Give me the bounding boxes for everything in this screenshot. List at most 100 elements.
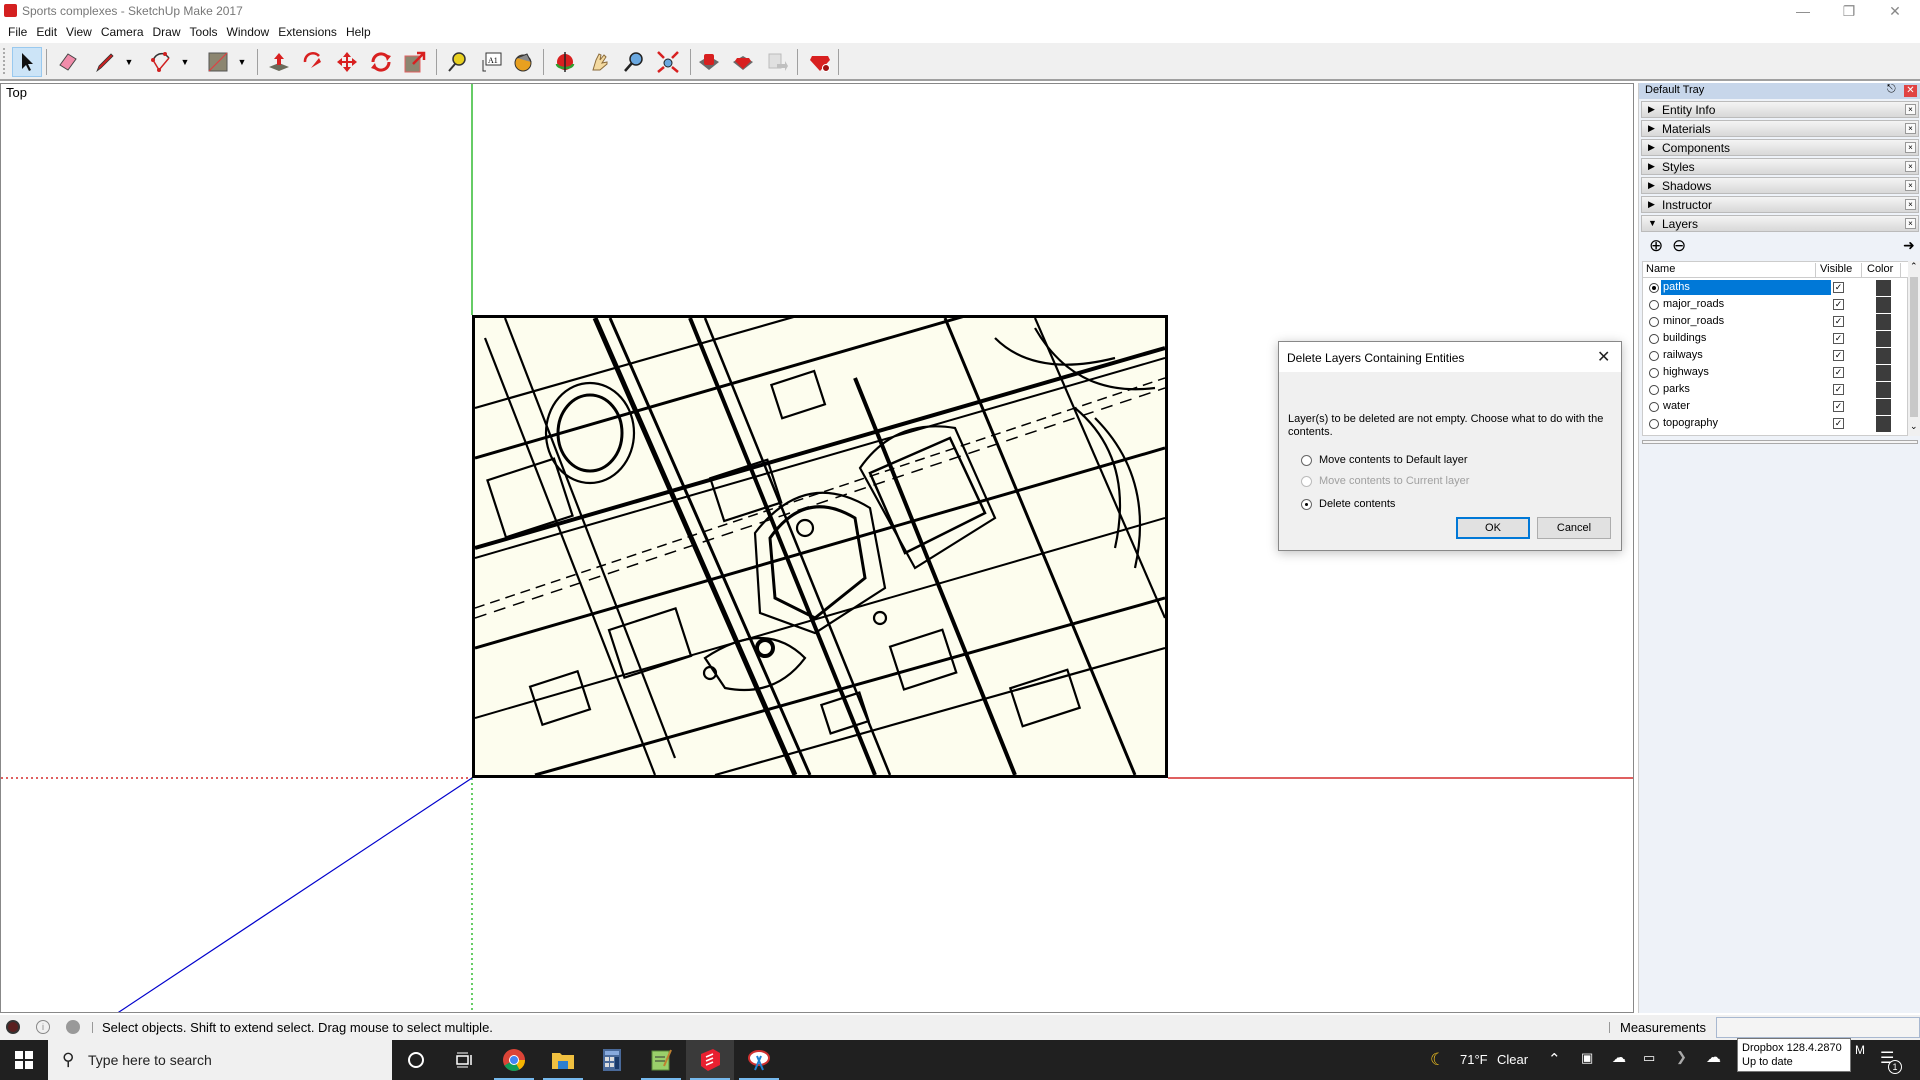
layer-row[interactable]: railways ✓ bbox=[1643, 347, 1909, 364]
layer-row[interactable]: water ✓ bbox=[1643, 398, 1909, 415]
column-color[interactable]: Color bbox=[1861, 263, 1901, 278]
layer-name[interactable]: paths bbox=[1661, 280, 1831, 295]
credits-icon[interactable]: i bbox=[36, 1020, 50, 1034]
measurements-input[interactable] bbox=[1716, 1017, 1920, 1038]
layer-details-button[interactable]: ➜ bbox=[1903, 237, 1915, 254]
panel-close-button[interactable]: × bbox=[1905, 142, 1916, 153]
layer-name[interactable]: highways bbox=[1661, 365, 1831, 380]
toolbar-grip[interactable] bbox=[3, 48, 6, 74]
menu-edit[interactable]: Edit bbox=[34, 25, 64, 39]
panel-materials[interactable]: ▶ Materials × bbox=[1641, 120, 1919, 137]
map-image-component[interactable] bbox=[472, 315, 1168, 778]
layer-color-swatch[interactable] bbox=[1876, 331, 1891, 347]
orbit-tool-button[interactable] bbox=[550, 47, 580, 77]
line-tool-dropdown[interactable]: ▼ bbox=[123, 56, 135, 68]
layer-color-swatch[interactable] bbox=[1876, 365, 1891, 381]
layer-row[interactable]: major_roads ✓ bbox=[1643, 296, 1909, 313]
layer-row[interactable]: minor_roads ✓ bbox=[1643, 313, 1909, 330]
menu-tools[interactable]: Tools bbox=[188, 25, 225, 39]
menu-draw[interactable]: Draw bbox=[151, 25, 188, 39]
taskbar-sketchup[interactable] bbox=[686, 1040, 734, 1080]
arc-tool-dropdown[interactable]: ▼ bbox=[179, 56, 191, 68]
visible-checkbox[interactable]: ✓ bbox=[1833, 333, 1844, 344]
taskbar-snipping-tool[interactable] bbox=[735, 1040, 783, 1080]
panel-close-button[interactable]: × bbox=[1905, 199, 1916, 210]
onedrive-cloud-icon[interactable]: ☁ bbox=[1612, 1049, 1626, 1066]
active-layer-radio[interactable] bbox=[1649, 351, 1659, 361]
active-layer-radio[interactable] bbox=[1649, 419, 1659, 429]
clock-time-partial[interactable]: M bbox=[1855, 1043, 1865, 1057]
active-layer-radio[interactable] bbox=[1649, 368, 1659, 378]
menu-file[interactable]: File bbox=[6, 25, 34, 39]
task-view-button[interactable] bbox=[440, 1040, 488, 1080]
eraser-tool-button[interactable] bbox=[53, 47, 83, 77]
close-button[interactable]: ✕ bbox=[1872, 0, 1918, 22]
menu-camera[interactable]: Camera bbox=[99, 25, 151, 39]
select-tool-button[interactable] bbox=[12, 47, 42, 77]
taskbar-notepad-plus[interactable] bbox=[637, 1040, 685, 1080]
column-visible[interactable]: Visible bbox=[1815, 263, 1852, 278]
visible-checkbox[interactable]: ✓ bbox=[1833, 418, 1844, 429]
layer-color-swatch[interactable] bbox=[1876, 348, 1891, 364]
cancel-button[interactable]: Cancel bbox=[1537, 517, 1611, 539]
scroll-up-icon[interactable]: ⌃ bbox=[1910, 261, 1918, 272]
panel-layers[interactable]: ▼ Layers × bbox=[1641, 215, 1919, 232]
show-hidden-icons-chevron[interactable]: ⌃ bbox=[1548, 1050, 1561, 1068]
zoom-extents-tool-button[interactable] bbox=[653, 47, 683, 77]
delete-layer-button[interactable]: ⊖ bbox=[1672, 236, 1686, 256]
dialog-close-icon[interactable]: ✕ bbox=[1597, 347, 1610, 367]
visible-checkbox[interactable]: ✓ bbox=[1833, 350, 1844, 361]
menu-view[interactable]: View bbox=[64, 25, 99, 39]
move-tool-button[interactable] bbox=[332, 47, 362, 77]
panel-close-button[interactable]: × bbox=[1905, 218, 1916, 229]
scroll-thumb[interactable] bbox=[1910, 277, 1918, 417]
tape-measure-tool-button[interactable] bbox=[442, 47, 472, 77]
layer-color-swatch[interactable] bbox=[1876, 416, 1891, 432]
layer-color-swatch[interactable] bbox=[1876, 382, 1891, 398]
panel-instructor[interactable]: ▶ Instructor × bbox=[1641, 196, 1919, 213]
add-layer-button[interactable]: ⊕ bbox=[1649, 236, 1663, 256]
start-button[interactable] bbox=[0, 1040, 48, 1080]
panel-shadows[interactable]: ▶ Shadows × bbox=[1641, 177, 1919, 194]
taskbar-search-box[interactable]: ⚲ Type here to search bbox=[48, 1040, 392, 1080]
panel-close-button[interactable]: × bbox=[1905, 123, 1916, 134]
user-account-icon[interactable] bbox=[66, 1020, 80, 1034]
rotate-tool-button[interactable] bbox=[366, 47, 396, 77]
taskbar-chrome[interactable] bbox=[490, 1040, 538, 1080]
layers-scrollbar[interactable]: ⌃ ⌄ bbox=[1908, 261, 1920, 436]
layers-resize-bar[interactable] bbox=[1642, 440, 1918, 444]
menu-help[interactable]: Help bbox=[344, 25, 378, 39]
restore-button[interactable]: ❐ bbox=[1826, 0, 1872, 22]
layer-name[interactable]: railways bbox=[1661, 348, 1831, 363]
active-layer-radio[interactable] bbox=[1649, 283, 1659, 293]
layer-name[interactable]: buildings bbox=[1661, 331, 1831, 346]
visible-checkbox[interactable]: ✓ bbox=[1833, 282, 1844, 293]
layer-color-swatch[interactable] bbox=[1876, 314, 1891, 330]
tray-close-button[interactable]: ✕ bbox=[1904, 85, 1917, 97]
layer-row[interactable]: highways ✓ bbox=[1643, 364, 1909, 381]
column-name[interactable]: Name bbox=[1646, 263, 1675, 275]
active-layer-radio[interactable] bbox=[1649, 300, 1659, 310]
cortana-button[interactable] bbox=[392, 1040, 440, 1080]
option-delete-contents[interactable]: Delete contents bbox=[1301, 498, 1395, 510]
text-tool-button[interactable]: A1 bbox=[477, 47, 507, 77]
layer-color-swatch[interactable] bbox=[1876, 297, 1891, 313]
panel-entity-info[interactable]: ▶ Entity Info × bbox=[1641, 101, 1919, 118]
layer-row[interactable]: paths ✓ bbox=[1643, 279, 1909, 296]
weather-temp[interactable]: 71°F bbox=[1460, 1052, 1488, 1067]
minimize-button[interactable]: — bbox=[1780, 0, 1826, 22]
taskbar-file-explorer[interactable] bbox=[539, 1040, 587, 1080]
menu-extensions[interactable]: Extensions bbox=[276, 25, 344, 39]
scroll-down-icon[interactable]: ⌄ bbox=[1910, 421, 1918, 432]
offset-tool-button[interactable] bbox=[298, 47, 328, 77]
option-move-to-default[interactable]: Move contents to Default layer bbox=[1301, 454, 1468, 466]
visible-checkbox[interactable]: ✓ bbox=[1833, 401, 1844, 412]
visible-checkbox[interactable]: ✓ bbox=[1833, 316, 1844, 327]
radio-delete-contents[interactable] bbox=[1301, 498, 1312, 510]
meet-now-icon[interactable]: ▣ bbox=[1581, 1050, 1593, 1066]
panel-close-button[interactable]: × bbox=[1905, 180, 1916, 191]
layer-color-swatch[interactable] bbox=[1876, 280, 1891, 296]
radio-move-to-default[interactable] bbox=[1301, 454, 1312, 466]
pan-tool-button[interactable] bbox=[585, 47, 615, 77]
layer-row[interactable]: parks ✓ bbox=[1643, 381, 1909, 398]
